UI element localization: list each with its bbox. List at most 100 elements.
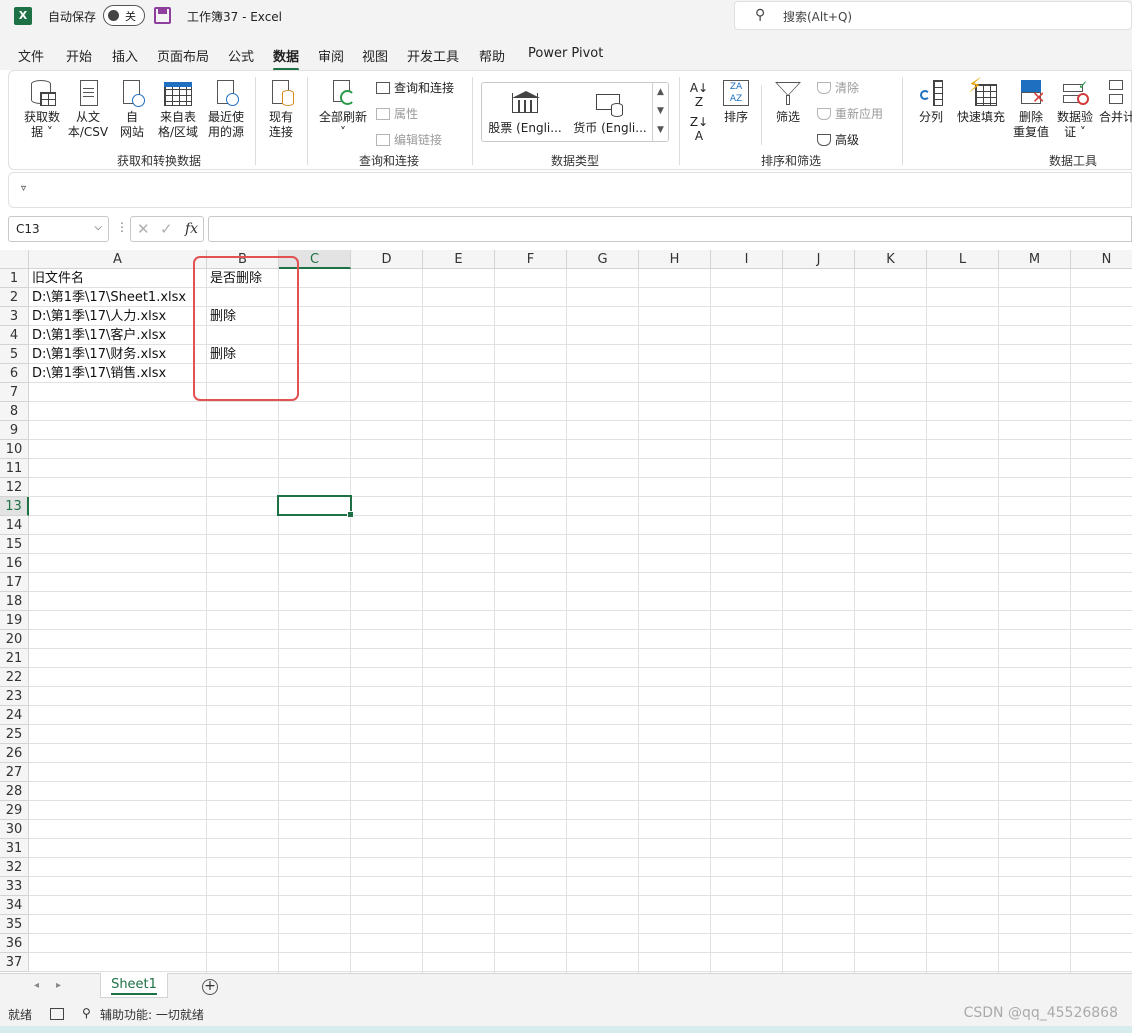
column-header-i[interactable]: I [711, 250, 783, 269]
column-header-a[interactable]: A [29, 250, 207, 269]
from-table-range-button[interactable]: 来自表 格/区域 [154, 78, 202, 140]
queries-connections-button[interactable]: 查询和连接 [376, 79, 454, 96]
tab-insert[interactable]: 插入 [112, 46, 138, 65]
data-validation-button[interactable]: ✓ 数据验 证 ˅ [1053, 78, 1097, 140]
row-header[interactable]: 14 [0, 516, 29, 535]
row-header[interactable]: 15 [0, 535, 29, 554]
row-header[interactable]: 10 [0, 440, 29, 459]
row-header[interactable]: 7 [0, 383, 29, 402]
properties-button[interactable]: 属性 [376, 105, 418, 122]
row-header[interactable]: 17 [0, 573, 29, 592]
row-header[interactable]: 2 [0, 288, 29, 307]
row-header[interactable]: 23 [0, 687, 29, 706]
name-box[interactable]: C13 ⌵ [8, 216, 109, 242]
row-header[interactable]: 21 [0, 649, 29, 668]
more-options-icon[interactable]: ⋮ [116, 220, 128, 234]
gallery-down-icon[interactable]: ▼ [653, 102, 668, 121]
clear-filter-button[interactable]: 清除 [817, 79, 859, 96]
sort-a-to-z-button[interactable]: A↓ Z [689, 81, 709, 109]
flash-fill-button[interactable]: ⚡ 快速填充 [953, 75, 1009, 125]
cell-a5[interactable]: D:\第1季\17\财务.xlsx [29, 345, 166, 364]
column-header-n[interactable]: N [1071, 250, 1132, 269]
row-header[interactable]: 6 [0, 364, 29, 383]
reapply-button[interactable]: 重新应用 [817, 105, 883, 122]
stocks-data-type-button[interactable]: 股票 (Engli... [486, 89, 564, 136]
cell-a3[interactable]: D:\第1季\17\人力.xlsx [29, 307, 166, 326]
row-header[interactable]: 24 [0, 706, 29, 725]
from-web-button[interactable]: 自 网站 [112, 78, 152, 140]
column-header-m[interactable]: M [999, 250, 1071, 269]
sort-z-to-a-button[interactable]: Z↓ A [689, 115, 709, 143]
row-header[interactable]: 36 [0, 934, 29, 953]
enter-check-icon[interactable]: ✓ [160, 220, 173, 238]
remove-duplicates-button[interactable]: ✕ 删除 重复值 [1009, 78, 1053, 140]
cancel-icon[interactable]: ✕ [137, 220, 150, 238]
row-header[interactable]: 32 [0, 858, 29, 877]
search-box[interactable]: ⚲ 搜索(Alt+Q) [734, 1, 1132, 30]
cell-a2[interactable]: D:\第1季\17\Sheet1.xlsx [29, 288, 186, 307]
row-header[interactable]: 8 [0, 402, 29, 421]
row-header[interactable]: 12 [0, 478, 29, 497]
row-header[interactable]: 5 [0, 345, 29, 364]
insert-function-icon[interactable]: fx [185, 221, 198, 237]
column-header-e[interactable]: E [423, 250, 495, 269]
row-header[interactable]: 4 [0, 326, 29, 345]
row-header[interactable]: 34 [0, 896, 29, 915]
column-header-d[interactable]: D [351, 250, 423, 269]
chevron-right-icon[interactable]: ▸ [56, 980, 61, 991]
from-text-csv-button[interactable]: 从文 本/CSV [65, 78, 111, 140]
accessibility-icon[interactable]: ⚲ [82, 1006, 91, 1020]
column-header-h[interactable]: H [639, 250, 711, 269]
row-header[interactable]: 30 [0, 820, 29, 839]
consolidate-button[interactable]: 合并计 [1097, 78, 1132, 125]
existing-connections-button[interactable]: 现有 连接 [261, 78, 301, 140]
sheet-tab-sheet1[interactable]: Sheet1 [100, 973, 168, 998]
row-header[interactable]: 20 [0, 630, 29, 649]
tab-view[interactable]: 视图 [362, 46, 388, 65]
autosave-toggle[interactable]: 关 [103, 5, 145, 26]
tab-data[interactable]: 数据 [273, 46, 300, 71]
chevron-down-icon[interactable]: ⌵ [94, 222, 102, 233]
save-icon[interactable] [154, 7, 171, 24]
tab-page-layout[interactable]: 页面布局 [157, 46, 209, 65]
row-header[interactable]: 9 [0, 421, 29, 440]
formula-input[interactable] [208, 216, 1132, 242]
tab-help[interactable]: 帮助 [479, 46, 505, 65]
cell-a6[interactable]: D:\第1季\17\销售.xlsx [29, 364, 166, 383]
refresh-all-button[interactable]: 全部刷新 ˅ [315, 78, 371, 140]
row-header[interactable]: 31 [0, 839, 29, 858]
currencies-data-type-button[interactable]: 货币 (Engli... [570, 89, 650, 136]
active-cell-c13[interactable] [277, 495, 354, 518]
gallery-up-icon[interactable]: ▲ [653, 83, 668, 102]
tab-home[interactable]: 开始 [66, 46, 92, 65]
row-header[interactable]: 18 [0, 592, 29, 611]
row-header[interactable]: 37 [0, 953, 29, 972]
row-header[interactable]: 35 [0, 915, 29, 934]
cell-mode-icon[interactable] [50, 1008, 64, 1020]
recent-sources-button[interactable]: 最近使 用的源 [203, 78, 249, 140]
edit-links-button[interactable]: 编辑链接 [376, 131, 442, 148]
row-header[interactable]: 19 [0, 611, 29, 630]
row-header[interactable]: 27 [0, 763, 29, 782]
column-header-l[interactable]: L [927, 250, 999, 269]
cell-a4[interactable]: D:\第1季\17\客户.xlsx [29, 326, 166, 345]
advanced-filter-button[interactable]: 高级 [817, 131, 859, 148]
gallery-more-icon[interactable]: ▼ [653, 121, 668, 140]
chevron-left-icon[interactable]: ◂ [34, 980, 39, 991]
select-all-corner[interactable] [0, 250, 29, 269]
filter-button[interactable]: 筛选 [771, 78, 805, 125]
gallery-scroll[interactable]: ▲ ▼ ▼ [652, 83, 668, 141]
text-to-columns-button[interactable]: 分列 [909, 78, 953, 125]
row-header[interactable]: 22 [0, 668, 29, 687]
cell-a1[interactable]: 旧文件名 [29, 269, 84, 288]
tab-developer[interactable]: 开发工具 [407, 46, 459, 65]
tab-formulas[interactable]: 公式 [228, 46, 254, 65]
column-header-g[interactable]: G [567, 250, 639, 269]
row-header[interactable]: 28 [0, 782, 29, 801]
row-header[interactable]: 25 [0, 725, 29, 744]
column-header-f[interactable]: F [495, 250, 567, 269]
row-header[interactable]: 1 [0, 269, 29, 288]
tab-power-pivot[interactable]: Power Pivot [528, 46, 603, 61]
column-header-j[interactable]: J [783, 250, 855, 269]
row-header[interactable]: 33 [0, 877, 29, 896]
